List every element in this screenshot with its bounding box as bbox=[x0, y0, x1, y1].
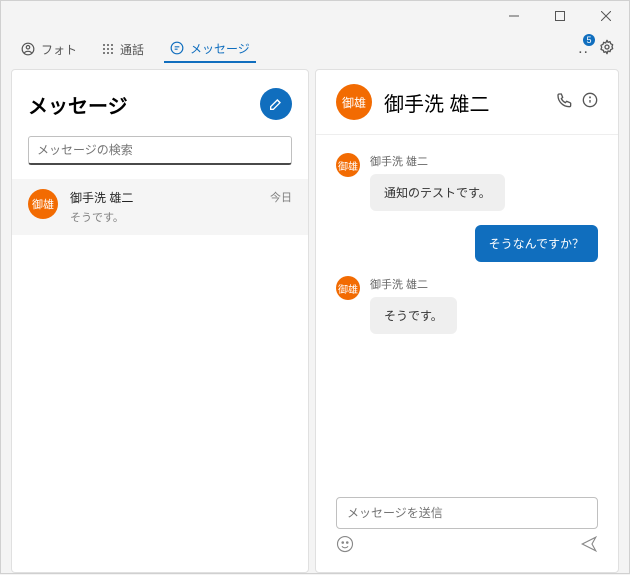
search-container bbox=[28, 136, 292, 165]
tab-calls[interactable]: 通話 bbox=[97, 37, 150, 62]
compose-button[interactable] bbox=[260, 88, 292, 120]
gear-icon bbox=[599, 39, 615, 55]
chat-panel: 御雄 御手洗 雄二 御雄 御手洗 雄二 通知のテストです。 そうなんですか？ 御… bbox=[315, 69, 619, 573]
message-out: そうなんですか？ bbox=[336, 225, 598, 262]
window-close-button[interactable] bbox=[583, 1, 629, 31]
panel-title: メッセージ bbox=[28, 90, 128, 119]
message-avatar: 御雄 bbox=[336, 153, 360, 177]
info-icon bbox=[582, 92, 598, 108]
compose-icon bbox=[268, 96, 284, 112]
window-titlebar bbox=[1, 1, 629, 31]
tab-label: メッセージ bbox=[190, 40, 250, 57]
tab-photo[interactable]: フォト bbox=[15, 37, 83, 62]
message-bubble: そうです。 bbox=[370, 297, 457, 334]
send-icon bbox=[580, 535, 598, 553]
chat-input-container bbox=[336, 497, 598, 529]
conversations-panel: メッセージ 御雄 御手洗 雄二 そうです。 今日 bbox=[11, 69, 309, 573]
chat-body: 御雄 御手洗 雄二 通知のテストです。 そうなんですか？ 御雄 御手洗 雄二 そ… bbox=[316, 135, 618, 489]
send-button[interactable] bbox=[580, 535, 598, 558]
window-maximize-button[interactable] bbox=[537, 1, 583, 31]
dialpad-icon bbox=[103, 44, 114, 55]
message-sender: 御手洗 雄二 bbox=[370, 276, 457, 292]
notifications-button[interactable]: .. 5 bbox=[578, 40, 589, 58]
message-sender: 御手洗 雄二 bbox=[370, 153, 505, 169]
conversation-time: 今日 bbox=[270, 189, 292, 205]
tab-label: 通話 bbox=[120, 41, 144, 58]
message-avatar: 御雄 bbox=[336, 276, 360, 300]
chat-header-name: 御手洗 雄二 bbox=[384, 88, 490, 117]
settings-button[interactable] bbox=[599, 39, 615, 60]
chat-header: 御雄 御手洗 雄二 bbox=[316, 70, 618, 135]
emoji-icon bbox=[336, 535, 354, 553]
phone-icon bbox=[556, 92, 572, 108]
message-in: 御雄 御手洗 雄二 そうです。 bbox=[336, 276, 598, 334]
call-button[interactable] bbox=[556, 92, 572, 113]
notification-badge: 5 bbox=[583, 34, 595, 46]
photo-icon bbox=[21, 42, 35, 56]
chat-input-area bbox=[316, 489, 618, 572]
chat-header-avatar: 御雄 bbox=[336, 84, 372, 120]
chat-input[interactable] bbox=[337, 498, 597, 528]
tab-label: フォト bbox=[41, 41, 77, 58]
message-in: 御雄 御手洗 雄二 通知のテストです。 bbox=[336, 153, 598, 211]
tab-messages[interactable]: メッセージ bbox=[164, 36, 256, 63]
conversation-item[interactable]: 御雄 御手洗 雄二 そうです。 今日 bbox=[12, 179, 308, 235]
search-input[interactable] bbox=[29, 137, 291, 163]
conversation-snippet: そうです。 bbox=[70, 209, 270, 225]
message-bubble: そうなんですか？ bbox=[475, 225, 598, 262]
avatar: 御雄 bbox=[28, 189, 58, 219]
window-minimize-button[interactable] bbox=[491, 1, 537, 31]
top-nav: フォト 通話 メッセージ .. 5 bbox=[1, 31, 629, 67]
message-bubble: 通知のテストです。 bbox=[370, 174, 505, 211]
conversation-name: 御手洗 雄二 bbox=[70, 189, 270, 206]
info-button[interactable] bbox=[582, 92, 598, 113]
message-icon bbox=[170, 41, 184, 55]
emoji-button[interactable] bbox=[336, 535, 354, 558]
